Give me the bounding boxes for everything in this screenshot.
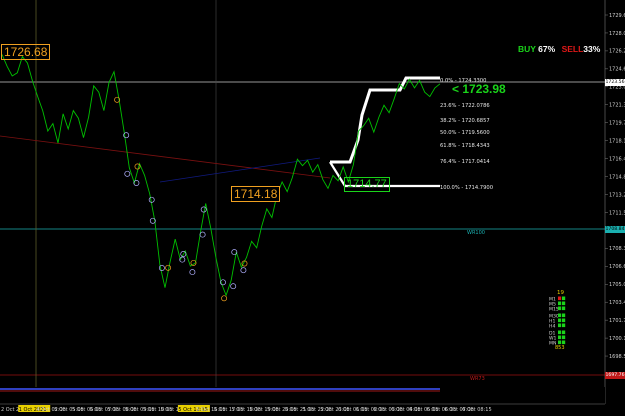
high-price-label: 1726.68 xyxy=(1,44,51,60)
price-tick-label: 1726.25 xyxy=(609,49,625,55)
timeframe-label: M15 xyxy=(549,306,559,312)
timeframe-cell xyxy=(562,296,566,301)
timeframe-cell xyxy=(558,296,562,301)
timeframe-cell xyxy=(562,301,566,306)
time-axis[interactable]: 2 Oct 20211 Oct 20214 Oct 02:155 Oct 05:… xyxy=(1,405,492,413)
fib-level-label: 50.0% - 1719.5600 xyxy=(440,130,490,136)
price-tick-label: 1705.05 xyxy=(609,282,625,288)
timeframe-strength-panel: 19M1M5M15M30H1H4D1W1MN853 xyxy=(549,290,566,351)
swing-marker xyxy=(158,265,165,271)
sell-percent: 33% xyxy=(583,44,601,54)
fib-level-label: 100.0% - 1714.7900 xyxy=(440,185,493,191)
trading-chart-window[interactable]: 0.0% - 1724.3300 23.6% - 1722.0786 38.2% -… xyxy=(0,0,625,416)
timeframe-cell xyxy=(558,306,562,311)
price-axis[interactable]: 1729.601728.001726.251724.651723.001721.… xyxy=(604,0,625,404)
timeframe-cell xyxy=(558,301,562,306)
timeframe-cell xyxy=(558,313,562,318)
fib-level-label: 61.8% - 1718.4343 xyxy=(440,143,490,149)
price-tick-label: 1711.55 xyxy=(609,210,625,216)
low-price-label: 1714.77 xyxy=(344,177,390,192)
price-tick-label: 1713.20 xyxy=(609,192,625,198)
price-tick-label: 1706.65 xyxy=(609,264,625,270)
price-chart[interactable]: 0.0% - 1724.330023.6% - 1722.078638.2% -… xyxy=(0,0,625,416)
buy-label: BUY xyxy=(518,44,536,54)
timeframe-header: 19 xyxy=(557,290,564,296)
swing-marker xyxy=(199,231,206,238)
price-tick-label: 1700.15 xyxy=(609,336,625,342)
timeframe-cell xyxy=(562,340,566,345)
fib-level-label: 23.6% - 1722.0786 xyxy=(440,103,490,109)
swing-marker xyxy=(124,170,131,177)
timeframe-cell xyxy=(562,313,566,318)
trend-line-blue xyxy=(159,157,321,183)
swing-marker xyxy=(148,196,155,203)
timeframe-cell xyxy=(558,335,562,340)
time-tick-label: 6 Oct 08:15 xyxy=(462,407,491,413)
swing-markers xyxy=(114,96,248,302)
swing-marker xyxy=(221,295,228,302)
buy-sell-indicator: BUY 67% SELL33% xyxy=(518,44,600,54)
buy-percent: 67% xyxy=(538,44,556,54)
timeframe-cell xyxy=(562,335,566,340)
mid-price-label: 1714.18 xyxy=(231,186,281,202)
timeframe-cell xyxy=(562,318,566,323)
timeframe-cell xyxy=(562,323,566,328)
fib-level-label: 76.4% - 1717.0414 xyxy=(440,159,490,165)
swing-marker xyxy=(230,283,237,290)
cyan-line-label: WR100 xyxy=(467,230,485,236)
price-tick-label: 1714.85 xyxy=(609,174,625,180)
swing-marker xyxy=(165,264,172,271)
price-tick-label: 1721.35 xyxy=(609,103,625,109)
price-tick-label: 1718.10 xyxy=(609,138,625,144)
price-tick-label: 1716.45 xyxy=(609,156,625,162)
timeframe-footer: 853 xyxy=(555,345,565,351)
price-tick-label: 1728.00 xyxy=(609,31,625,37)
price-tick-label: 1698.50 xyxy=(609,354,625,360)
timeframe-cell xyxy=(562,330,566,335)
fib-level-label: 38.2% - 1720.6857 xyxy=(440,118,490,124)
price-tick-label: 1719.75 xyxy=(609,121,625,127)
sell-label: SELL xyxy=(561,44,584,54)
price-tick-label: 1729.60 xyxy=(609,13,625,19)
timeframe-label: H4 xyxy=(549,323,555,329)
red-price-tag: 1697.76 xyxy=(605,372,625,379)
red-line-label: WR73 xyxy=(470,376,485,382)
swing-marker xyxy=(240,267,247,274)
cyan-price-tag: 1708.84 xyxy=(605,226,625,233)
price-tick-label: 1703.40 xyxy=(609,300,625,306)
timeframe-cell xyxy=(558,323,562,328)
price-tick-label: 1724.65 xyxy=(609,67,625,73)
timeframe-cell xyxy=(558,318,562,323)
current-price-label: < 1723.98 xyxy=(452,82,506,96)
price-tick-label: 1708.30 xyxy=(609,246,625,252)
swing-marker xyxy=(200,206,207,213)
timeframe-cell xyxy=(562,306,566,311)
trend-line-red xyxy=(0,135,331,179)
timeframe-cell xyxy=(558,340,562,345)
price-tick-label: 1701.75 xyxy=(609,318,625,324)
swing-marker xyxy=(189,269,196,276)
swing-marker xyxy=(134,163,141,170)
timeframe-cell xyxy=(558,330,562,335)
bid-price-tag: 1723.56 xyxy=(605,79,625,86)
channel-line-upper xyxy=(330,76,440,164)
